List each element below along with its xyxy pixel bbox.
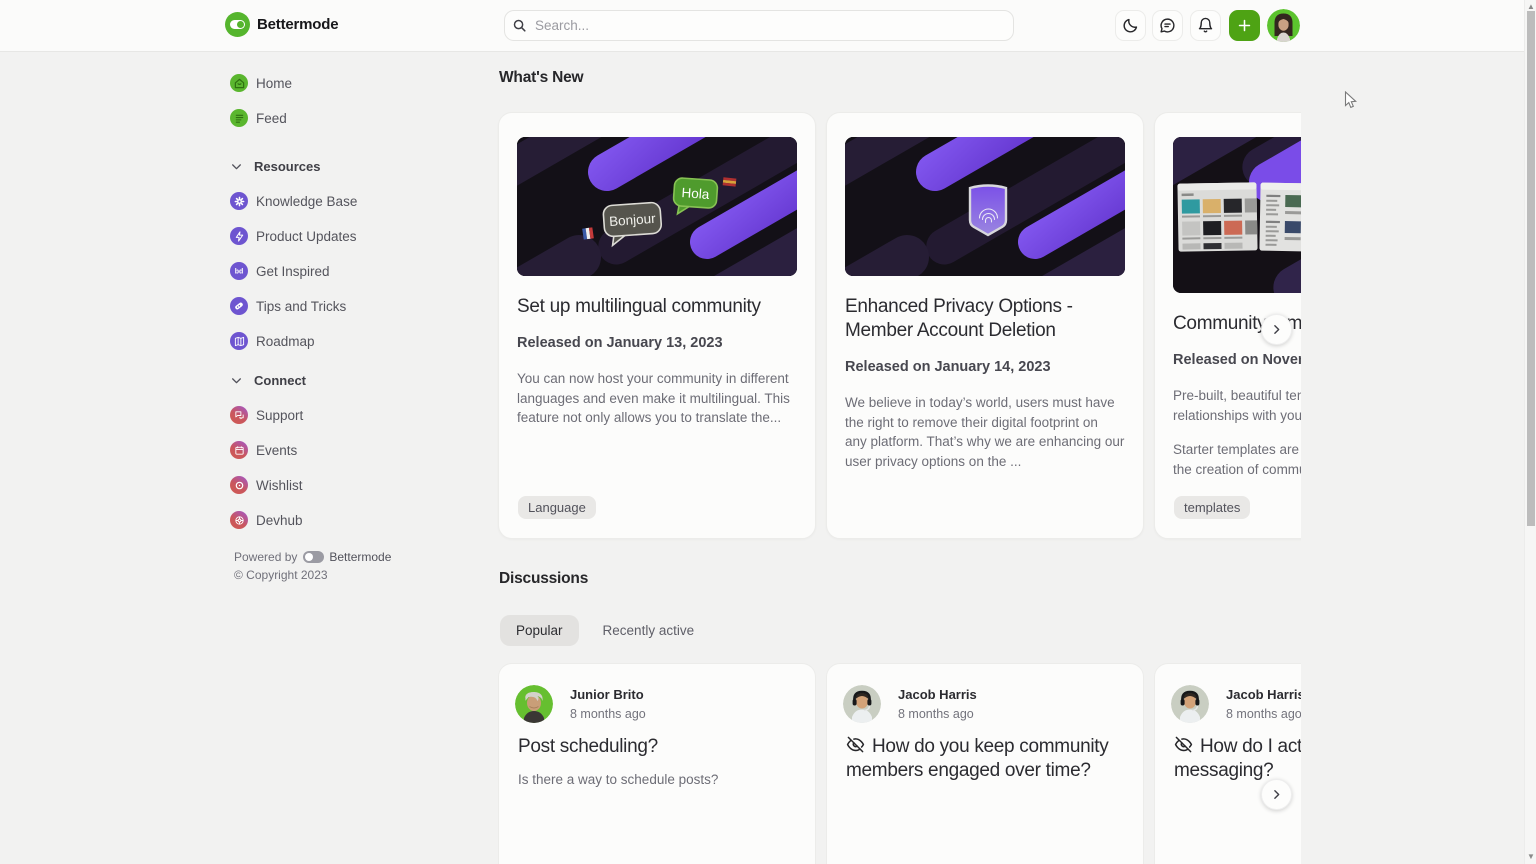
svg-text:bd: bd: [235, 268, 244, 275]
svg-text:Hola: Hola: [681, 185, 710, 202]
